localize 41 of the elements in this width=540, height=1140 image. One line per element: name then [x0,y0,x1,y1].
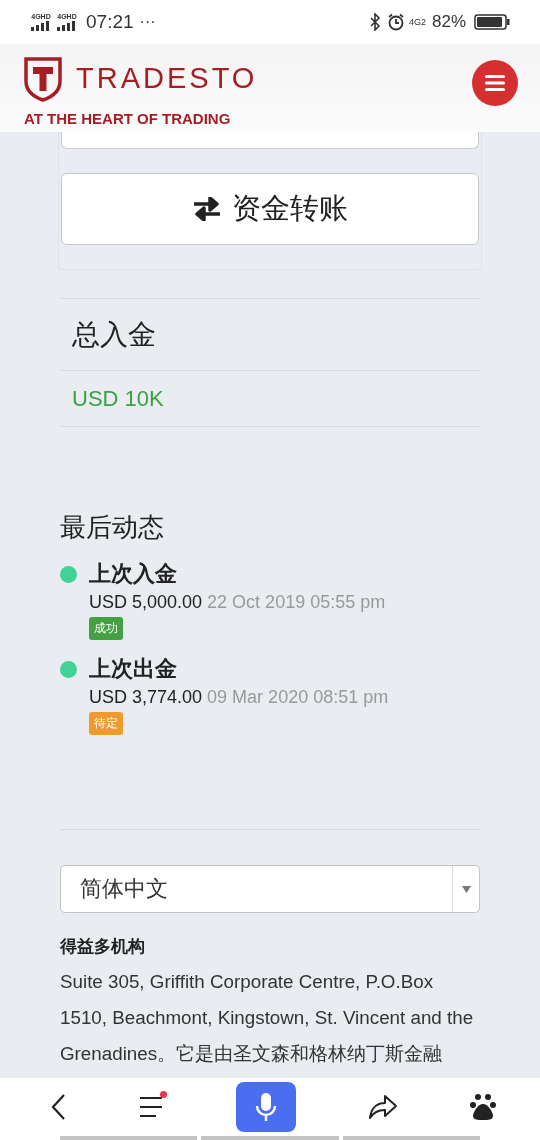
language-select[interactable]: 简体中文 [60,865,480,913]
alarm-icon [386,13,405,31]
address-text: Suite 305, Griffith Corporate Centre, P.O.Box 1510, Beachmont, Kingstown, St. Vincent and the Grenadines。它是由圣文森和格林纳丁斯金融 [60,970,475,1066]
share-icon [368,1094,398,1120]
menu-icon [485,75,505,91]
battery-icon [474,14,510,30]
signal-icon [56,21,78,31]
activity-amount: USD 5,000.00 [89,592,203,612]
status-dot [60,661,77,678]
status-badge: 待定 [89,712,123,735]
activity-date: 22 Oct 2019 05:55 pm [207,592,386,612]
company-name: 得益多机构 [60,936,146,958]
clock-time: 07:21 [86,11,134,33]
voice-button[interactable] [236,1082,296,1132]
battery-percent: 82% [431,12,466,32]
section-title: 最后动态 [60,511,165,544]
list-icon [138,1095,164,1119]
more-dots: ··· [139,13,156,31]
activity-date: 09 Mar 2020 08:51 pm [207,687,389,707]
dropdown-icon [461,885,471,893]
activity-title: 上次入金 [89,560,178,588]
activity-title: 上次出金 [89,655,178,683]
paw-icon [470,1093,496,1121]
transfer-button[interactable]: 资金转账 [61,173,479,245]
back-button[interactable] [50,1093,66,1121]
bluetooth-icon [368,13,381,31]
share-button[interactable] [368,1094,398,1120]
network-label: 4G2 [408,17,426,27]
status-dot [60,566,77,583]
section-title: 总入金 [60,299,480,371]
tagline: AT THE HEART OF TRADING [24,109,232,127]
brand-name: TRADESTO [76,62,258,95]
back-icon [50,1093,66,1121]
microphone-icon [255,1092,277,1122]
status-badge: 成功 [89,617,123,640]
activity-amount: USD 3,774.00 [89,687,203,707]
shield-logo-icon [24,55,62,102]
transfer-icon [192,197,222,221]
signal-icon [30,21,52,31]
home-button[interactable] [470,1093,496,1121]
deposit-total: USD 10K [60,371,480,427]
